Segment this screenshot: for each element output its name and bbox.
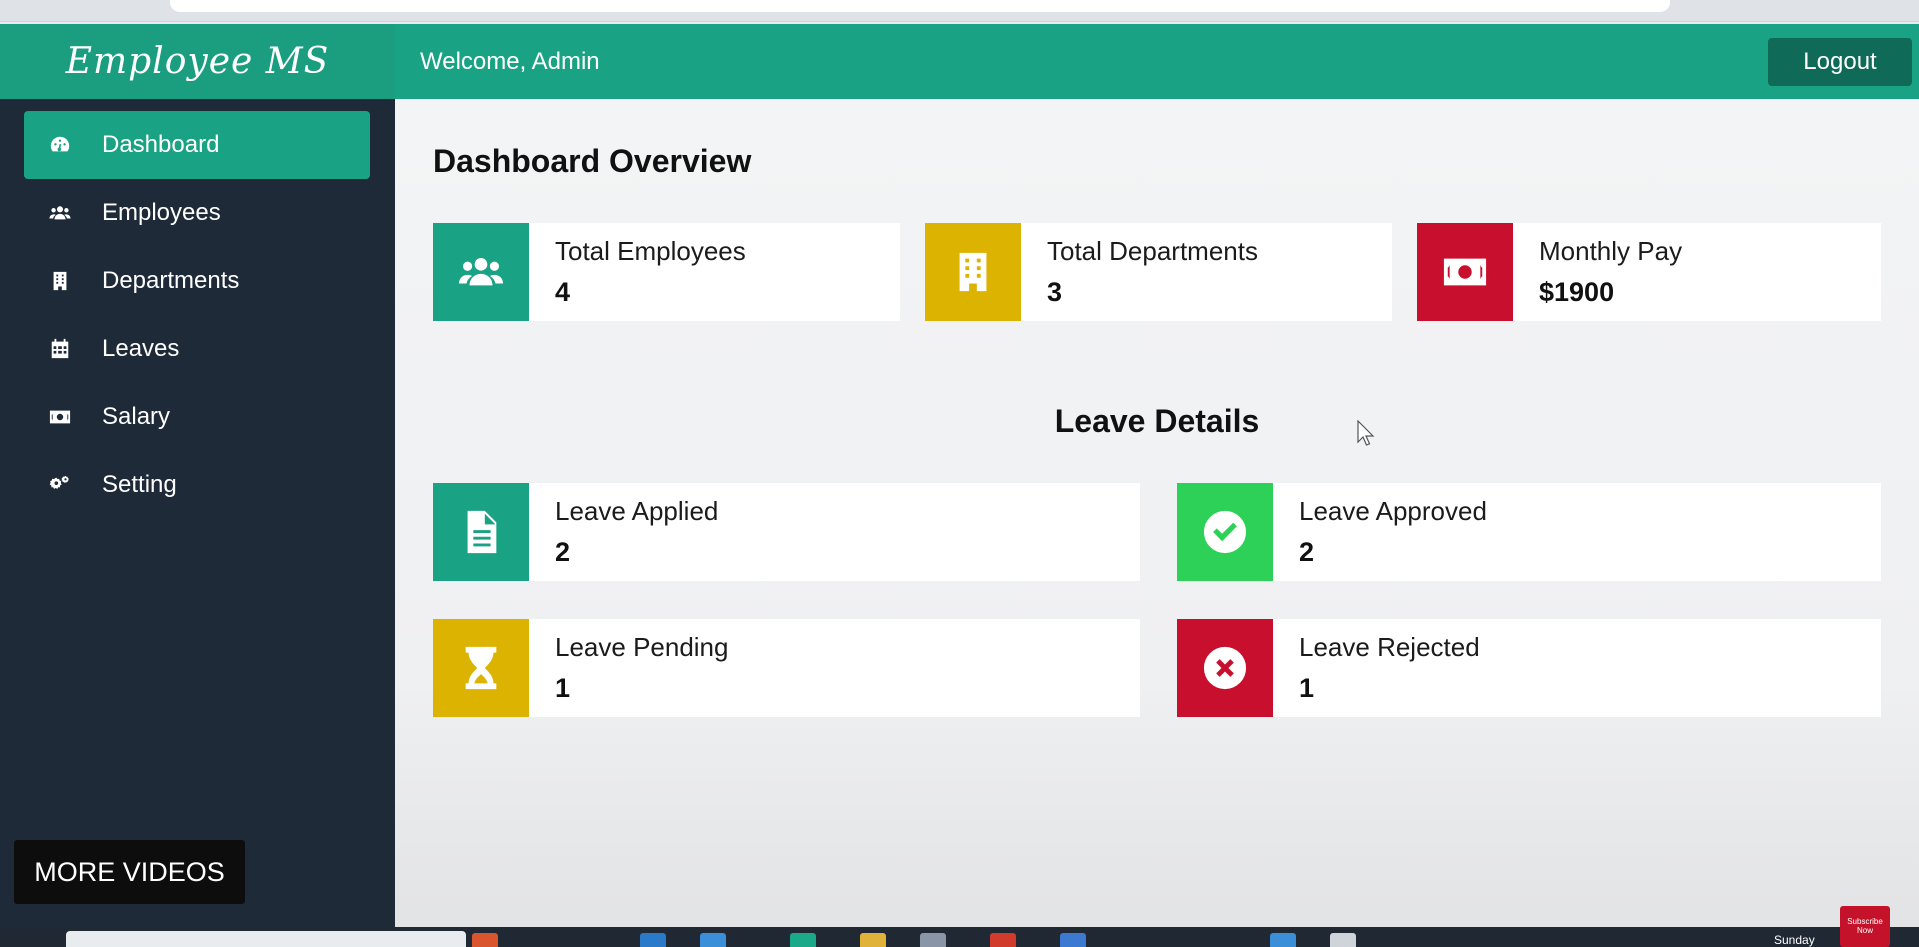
card-label: Leave Approved: [1299, 496, 1487, 526]
check-circle-icon: [1177, 483, 1273, 581]
card-value: 4: [555, 277, 571, 307]
app-icon[interactable]: [1330, 933, 1356, 947]
sidebar-item-dashboard[interactable]: Dashboard: [24, 111, 370, 179]
app-icon[interactable]: [1060, 933, 1086, 947]
leave-card-applied: Leave Applied 2: [433, 483, 1140, 581]
os-taskbar: [0, 927, 1919, 947]
brand-logo[interactable]: Employee MS: [0, 24, 395, 99]
browser-toolbar: [0, 0, 1919, 22]
sidebar-item-label: Leaves: [102, 335, 180, 362]
card-value: $1900: [1539, 277, 1615, 307]
card-value: 3: [1047, 277, 1063, 307]
dashboard-gauge-icon: [46, 133, 74, 157]
summary-card-monthly-pay: Monthly Pay $1900: [1417, 223, 1881, 321]
sidebar-item-label: Salary: [102, 403, 171, 430]
main-content: Dashboard Overview Total Employees 4 Tot…: [395, 99, 1919, 927]
card-value: 1: [1299, 673, 1315, 703]
leave-card-pending: Leave Pending 1: [433, 619, 1140, 717]
hourglass-icon: [433, 619, 529, 717]
leave-card-approved: Leave Approved 2: [1177, 483, 1881, 581]
sidebar-item-salary[interactable]: Salary: [24, 383, 370, 451]
card-value: 1: [555, 673, 571, 703]
mouse-cursor-icon: [1357, 420, 1375, 446]
card-label: Leave Applied: [555, 496, 719, 526]
app-icon[interactable]: [472, 933, 498, 947]
app-icon[interactable]: [920, 933, 946, 947]
subscribe-badge[interactable]: Subscribe Now: [1840, 906, 1890, 947]
taskbar-day: Sunday: [1774, 933, 1815, 947]
building-icon: [925, 223, 1021, 321]
page-title: Dashboard Overview: [433, 143, 752, 179]
card-label: Total Departments: [1047, 236, 1258, 266]
app-icon[interactable]: [1270, 933, 1296, 947]
sidebar: Dashboard Employees Departments Leaves S…: [0, 99, 395, 927]
users-icon: [433, 223, 529, 321]
summary-card-total-employees: Total Employees 4: [433, 223, 900, 321]
app-icon[interactable]: [700, 933, 726, 947]
sidebar-item-leaves[interactable]: Leaves: [24, 315, 370, 383]
building-icon: [46, 269, 74, 293]
leave-card-rejected: Leave Rejected 1: [1177, 619, 1881, 717]
sidebar-item-label: Employees: [102, 199, 221, 226]
card-value: 2: [1299, 537, 1315, 567]
leave-details-title: Leave Details: [1054, 403, 1260, 439]
sidebar-item-departments[interactable]: Departments: [24, 247, 370, 315]
app-icon[interactable]: [790, 933, 816, 947]
users-icon: [46, 201, 74, 225]
card-label: Leave Rejected: [1299, 632, 1480, 662]
sidebar-item-label: Dashboard: [102, 131, 220, 158]
taskbar-search[interactable]: [66, 931, 466, 947]
app-icon[interactable]: [860, 933, 886, 947]
summary-card-total-departments: Total Departments 3: [925, 223, 1392, 321]
top-navbar: Employee MS Welcome, Admin Logout: [0, 24, 1919, 99]
more-videos-button[interactable]: MORE VIDEOS: [14, 840, 245, 904]
app-icon[interactable]: [990, 933, 1016, 947]
money-bill-icon: [46, 405, 74, 429]
card-value: 2: [555, 537, 571, 567]
times-circle-icon: [1177, 619, 1273, 717]
sidebar-item-employees[interactable]: Employees: [24, 179, 370, 247]
welcome-text: Welcome, Admin: [420, 47, 600, 75]
gears-icon: [46, 473, 74, 497]
card-label: Total Employees: [555, 236, 746, 266]
app-icon[interactable]: [640, 933, 666, 947]
card-label: Leave Pending: [555, 632, 729, 662]
logout-button[interactable]: Logout: [1768, 38, 1912, 86]
calendar-icon: [46, 337, 74, 361]
money-bill-icon: [1417, 223, 1513, 321]
sidebar-item-setting[interactable]: Setting: [24, 451, 370, 519]
sidebar-item-label: Setting: [102, 471, 177, 498]
sidebar-item-label: Departments: [102, 267, 240, 294]
card-label: Monthly Pay: [1539, 236, 1683, 266]
address-bar[interactable]: [170, 0, 1670, 12]
file-text-icon: [433, 483, 529, 581]
